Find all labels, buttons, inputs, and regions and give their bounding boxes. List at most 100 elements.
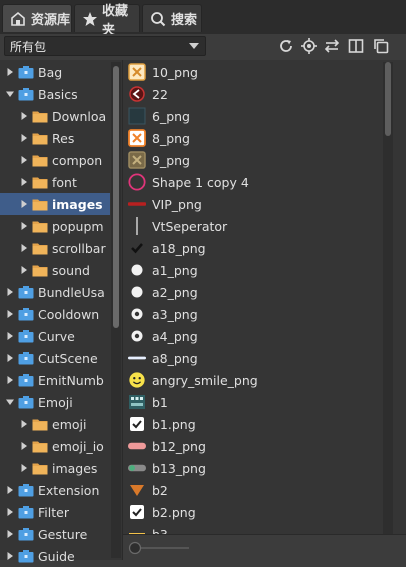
list-item[interactable]: 9_png bbox=[123, 149, 385, 171]
tree-item[interactable]: compon bbox=[0, 149, 110, 171]
list-item[interactable]: angry_smile_png bbox=[123, 369, 385, 391]
smiley-icon bbox=[128, 371, 146, 389]
list-item-label: VIP_png bbox=[152, 196, 202, 212]
two-column-icon bbox=[348, 39, 364, 53]
list-item-label: a2_png bbox=[152, 284, 198, 300]
tree-item[interactable]: font bbox=[0, 171, 110, 193]
tree-item[interactable]: Gesture bbox=[0, 523, 110, 545]
tab-search[interactable]: 搜索 bbox=[142, 4, 202, 32]
collapsed-arrow-icon[interactable] bbox=[18, 259, 30, 281]
collapsed-arrow-icon[interactable] bbox=[4, 479, 16, 501]
collapsed-arrow-icon[interactable] bbox=[4, 369, 16, 391]
tree-item[interactable]: Extension bbox=[0, 479, 110, 501]
list-item[interactable]: a18_png bbox=[123, 237, 385, 259]
list-item[interactable]: a3_png bbox=[123, 303, 385, 325]
refresh-button[interactable] bbox=[276, 36, 296, 56]
list-item[interactable]: a2_png bbox=[123, 281, 385, 303]
collapsed-arrow-icon[interactable] bbox=[18, 413, 30, 435]
tree-item[interactable]: Curve bbox=[0, 325, 110, 347]
collapsed-arrow-icon[interactable] bbox=[18, 215, 30, 237]
list-item-label: b2 bbox=[152, 482, 168, 498]
locate-button[interactable] bbox=[299, 36, 319, 56]
red-back-button-icon bbox=[128, 85, 146, 103]
collapsed-arrow-icon[interactable] bbox=[4, 325, 16, 347]
tree-item[interactable]: emoji_io bbox=[0, 435, 110, 457]
list-item[interactable]: a4_png bbox=[123, 325, 385, 347]
tree-item[interactable]: BundleUsa bbox=[0, 281, 110, 303]
list-item[interactable]: Shape 1 copy 4 bbox=[123, 171, 385, 193]
tree-item[interactable]: Bag bbox=[0, 61, 110, 83]
collapsed-arrow-icon[interactable] bbox=[18, 457, 30, 479]
list-item[interactable]: VIP_png bbox=[123, 193, 385, 215]
expanded-arrow-icon[interactable] bbox=[4, 391, 16, 413]
list-item[interactable]: b1.png bbox=[123, 413, 385, 435]
list-item[interactable]: 22 bbox=[123, 83, 385, 105]
collapsed-arrow-icon[interactable] bbox=[18, 237, 30, 259]
list-item[interactable]: 6_png bbox=[123, 105, 385, 127]
tree-item[interactable]: images bbox=[0, 457, 110, 479]
tree-item[interactable]: popupm bbox=[0, 215, 110, 237]
asset-list[interactable]: 10_png 22 6_png 8_png 9_png Shape 1 copy 4 VIP… bbox=[122, 60, 406, 561]
collapsed-arrow-icon[interactable] bbox=[4, 281, 16, 303]
list-item[interactable]: b13_png bbox=[123, 457, 385, 479]
vertical-line-icon bbox=[128, 217, 146, 235]
tree-item-label: CutScene bbox=[38, 350, 98, 366]
tree-item[interactable]: Downloa bbox=[0, 105, 110, 127]
list-item[interactable]: 8_png bbox=[123, 127, 385, 149]
collapsed-arrow-icon[interactable] bbox=[18, 149, 30, 171]
package-icon bbox=[18, 286, 34, 299]
collapsed-arrow-icon[interactable] bbox=[4, 347, 16, 369]
tree-item-label: Basics bbox=[38, 86, 78, 102]
tree-item[interactable]: EmitNumb bbox=[0, 369, 110, 391]
list-item[interactable]: VtSeperator bbox=[123, 215, 385, 237]
package-icon bbox=[18, 352, 34, 365]
tab-library[interactable]: 资源库 bbox=[2, 4, 72, 32]
package-select[interactable]: 所有包 bbox=[4, 36, 206, 56]
swap-button[interactable] bbox=[322, 36, 342, 56]
tree-item[interactable]: scrollbar bbox=[0, 237, 110, 259]
tree-item[interactable]: emoji bbox=[0, 413, 110, 435]
tree-item-label: popupm bbox=[52, 218, 104, 234]
tree-item[interactable]: Emoji bbox=[0, 391, 110, 413]
package-icon bbox=[18, 88, 34, 101]
collapsed-arrow-icon[interactable] bbox=[4, 501, 16, 523]
list-item-label: a18_png bbox=[152, 240, 206, 256]
collapsed-arrow-icon[interactable] bbox=[4, 61, 16, 83]
tree-item[interactable]: Guide bbox=[0, 545, 110, 567]
tab-search-label: 搜索 bbox=[171, 13, 198, 28]
collapsed-arrow-icon[interactable] bbox=[4, 523, 16, 545]
tree-item[interactable]: Filter bbox=[0, 501, 110, 523]
list-item[interactable]: b2.png bbox=[123, 501, 385, 523]
list-item[interactable]: a1_png bbox=[123, 259, 385, 281]
collapsed-arrow-icon[interactable] bbox=[4, 303, 16, 325]
tree-item[interactable]: Cooldown bbox=[0, 303, 110, 325]
copy-button[interactable] bbox=[371, 36, 391, 56]
list-item[interactable]: b2 bbox=[123, 479, 385, 501]
list-item[interactable]: a8_png bbox=[123, 347, 385, 369]
collapsed-arrow-icon[interactable] bbox=[18, 435, 30, 457]
tree-scrollbar-thumb[interactable] bbox=[113, 66, 119, 328]
collapsed-arrow-icon[interactable] bbox=[18, 105, 30, 127]
collapsed-arrow-icon[interactable] bbox=[18, 193, 30, 215]
collapsed-arrow-icon[interactable] bbox=[18, 127, 30, 149]
package-tree[interactable]: Bag Basics Downloa Res compon font images popup… bbox=[0, 60, 122, 564]
tree-item[interactable]: sound bbox=[0, 259, 110, 281]
list-item[interactable]: b1 bbox=[123, 391, 385, 413]
collapsed-arrow-icon[interactable] bbox=[18, 171, 30, 193]
list-item[interactable]: b12_png bbox=[123, 435, 385, 457]
tree-item[interactable]: CutScene bbox=[0, 347, 110, 369]
list-scrollbar-thumb[interactable] bbox=[385, 62, 391, 136]
expanded-arrow-icon[interactable] bbox=[4, 83, 16, 105]
package-icon bbox=[18, 66, 34, 79]
tree-item-label: Bag bbox=[38, 64, 63, 80]
tab-favorites[interactable]: 收藏夹 bbox=[74, 4, 140, 38]
list-item-label: b1.png bbox=[152, 416, 196, 432]
tree-item[interactable]: images bbox=[0, 193, 110, 215]
zoom-slider[interactable] bbox=[127, 540, 247, 556]
two-column-button[interactable] bbox=[346, 36, 366, 56]
collapsed-arrow-icon[interactable] bbox=[4, 545, 16, 567]
white-dot-icon bbox=[128, 261, 146, 279]
tree-item[interactable]: Basics bbox=[0, 83, 110, 105]
list-item[interactable]: 10_png bbox=[123, 61, 385, 83]
tree-item[interactable]: Res bbox=[0, 127, 110, 149]
